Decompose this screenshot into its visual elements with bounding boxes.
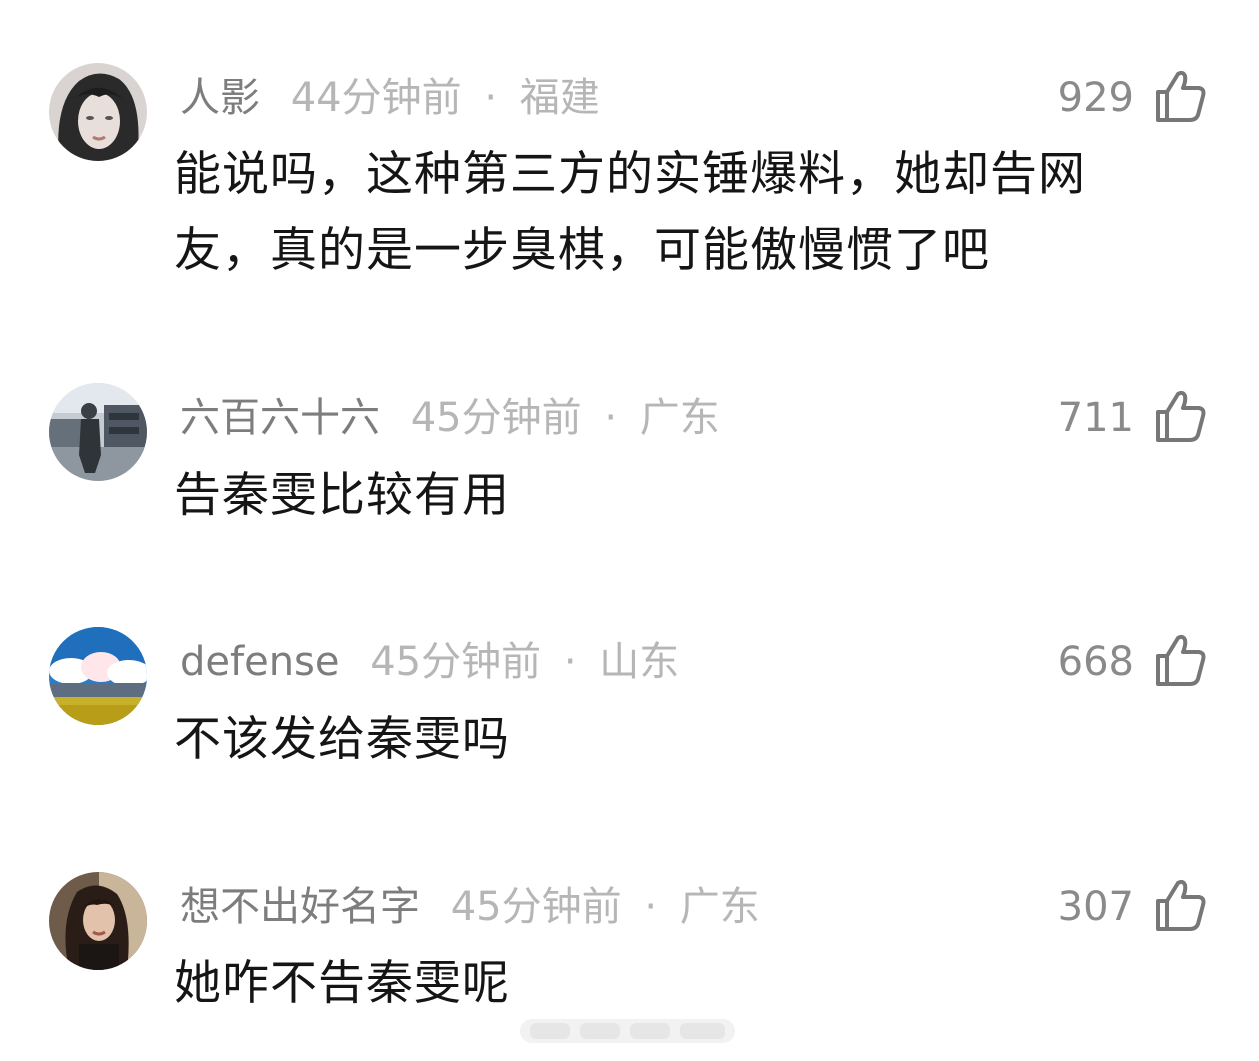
avatar[interactable]	[49, 872, 147, 970]
location: 广东	[639, 395, 720, 441]
comment-meta: 人影 44分钟前 · 福建	[180, 70, 600, 126]
timestamp: 45分钟前	[450, 884, 622, 930]
like-count: 929	[1057, 75, 1134, 121]
avatar[interactable]	[49, 383, 147, 481]
timestamp: 45分钟前	[410, 395, 582, 441]
comment-meta: 想不出好名字 45分钟前 · 广东	[180, 879, 760, 935]
thumbs-up-icon[interactable]	[1152, 68, 1208, 124]
watermark	[520, 1015, 735, 1047]
comment-text: 不该发给秦雯吗	[174, 712, 510, 767]
separator-dot: ·	[644, 884, 658, 930]
thumbs-up-icon[interactable]	[1152, 877, 1208, 933]
comment-meta: 六百六十六 45分钟前 · 广东	[180, 390, 720, 446]
avatar[interactable]	[49, 63, 147, 161]
avatar[interactable]	[49, 627, 147, 725]
separator-dot: ·	[604, 395, 618, 441]
comment-meta: defense 45分钟前 · 山东	[180, 634, 679, 690]
thumbs-up-icon[interactable]	[1152, 632, 1208, 688]
timestamp: 44分钟前	[290, 75, 462, 121]
location: 广东	[679, 884, 760, 930]
comment-text: 告秦雯比较有用	[174, 468, 510, 523]
comment-text: 能说吗，这种第三方的实锤爆料，她却告网友，真的是一步臭棋，可能傲慢惯了吧	[174, 147, 1086, 278]
comment-text: 她咋不告秦雯呢	[174, 956, 510, 1011]
like-count: 307	[1057, 884, 1134, 930]
location: 福建	[519, 75, 600, 121]
separator-dot: ·	[484, 75, 498, 121]
username[interactable]: 人影	[180, 75, 260, 121]
username[interactable]: 六百六十六	[180, 395, 380, 441]
like-count: 668	[1057, 639, 1134, 685]
like-count: 711	[1057, 395, 1134, 441]
separator-dot: ·	[563, 639, 577, 685]
timestamp: 45分钟前	[370, 639, 542, 685]
username[interactable]: defense	[180, 639, 340, 685]
username[interactable]: 想不出好名字	[180, 884, 420, 930]
location: 山东	[599, 639, 680, 685]
thumbs-up-icon[interactable]	[1152, 388, 1208, 444]
